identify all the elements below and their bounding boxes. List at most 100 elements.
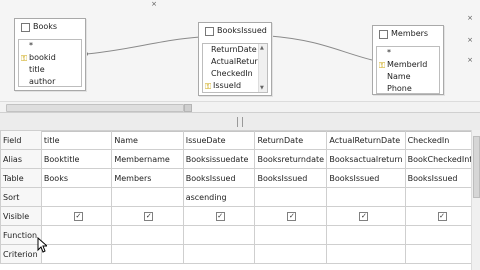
grid-cell[interactable]: CheckedIn — [404, 130, 480, 150]
grid-cell[interactable] — [404, 225, 480, 245]
pane-splitter[interactable] — [0, 112, 480, 132]
table-window-members[interactable]: Members * ⚿ MemberId Name Phone — [372, 25, 444, 95]
grid-cell[interactable]: ascending — [182, 187, 256, 207]
grid-cell[interactable]: Books — [40, 168, 113, 188]
table-window-booksissued[interactable]: BooksIssued ReturnDate ActualRetur Check… — [198, 22, 272, 96]
grid-cell[interactable]: ✓ — [182, 206, 256, 226]
grid-cell[interactable]: IssueDate — [182, 130, 256, 150]
row-label-sort: Sort — [0, 187, 42, 207]
grid-cell[interactable]: BooksIssued — [182, 168, 256, 188]
grid-cell[interactable]: BookCheckedInfo — [404, 149, 480, 169]
field-list-scrollbar[interactable]: ▲ ▼ — [258, 44, 267, 92]
field-list[interactable]: * ⚿ bookid title author — [18, 39, 82, 87]
checkbox-icon — [21, 22, 30, 32]
grid-cell[interactable] — [254, 225, 328, 245]
grid-cell[interactable] — [326, 244, 406, 264]
grid-cell[interactable]: title — [40, 130, 113, 150]
grid-cell[interactable] — [182, 244, 256, 264]
grid-row: Visible ✓ ✓ ✓ ✓ ✓ ✓ — [0, 206, 480, 226]
scrollbar-grip[interactable] — [184, 104, 192, 112]
grid-row: Alias Booktitle Membername Booksissuedate Bo… — [0, 149, 480, 169]
grid-cell[interactable] — [404, 187, 480, 207]
grid-cell[interactable]: Booktitle — [40, 149, 113, 169]
scrollbar-thumb[interactable] — [473, 136, 480, 198]
grid-cell[interactable] — [326, 187, 406, 207]
scrollbar-thumb[interactable] — [6, 104, 184, 112]
grid-cell[interactable] — [404, 244, 480, 264]
scroll-up-icon[interactable]: ▲ — [260, 45, 264, 51]
field-item[interactable]: * — [377, 47, 439, 59]
grid-cell[interactable]: BooksIssued — [254, 168, 328, 188]
table-window-title[interactable]: Members — [373, 26, 443, 42]
vertical-scrollbar[interactable] — [471, 130, 480, 270]
grid-cell[interactable] — [40, 187, 113, 207]
visible-checkbox[interactable]: ✓ — [144, 212, 154, 221]
table-window-books[interactable]: Books * ⚿ bookid title author — [14, 18, 86, 91]
field-item[interactable]: Name — [377, 71, 439, 83]
close-icon[interactable]: × — [466, 56, 474, 64]
design-grid-table: Field title Name IssueDate ReturnDate ActualR… — [0, 130, 480, 264]
table-window-title[interactable]: BooksIssued — [199, 23, 271, 39]
field-list[interactable]: * ⚿ MemberId Name Phone — [376, 46, 440, 94]
grid-cell[interactable] — [111, 244, 184, 264]
row-label-field: Field — [0, 130, 42, 150]
grid-cell[interactable]: ✓ — [111, 206, 184, 226]
grid-cell[interactable] — [254, 187, 328, 207]
field-item[interactable]: ⚿ MemberId — [377, 59, 439, 71]
field-item[interactable]: * — [19, 40, 81, 52]
close-icon[interactable]: × — [466, 36, 474, 44]
checkbox-icon — [379, 29, 388, 39]
grid-cell[interactable]: ✓ — [40, 206, 113, 226]
grid-cell[interactable] — [40, 244, 113, 264]
splitter-grip-icon — [237, 117, 243, 127]
row-label-table: Table — [0, 168, 42, 188]
grid-cell[interactable] — [182, 225, 256, 245]
grid-cell[interactable]: ✓ — [254, 206, 328, 226]
visible-checkbox[interactable]: ✓ — [215, 212, 225, 221]
grid-cell[interactable]: Membername — [111, 149, 184, 169]
grid-row: Function — [0, 225, 480, 245]
field-list[interactable]: ReturnDate ActualRetur CheckedIn ⚿ IssueI… — [202, 43, 268, 93]
grid-cell[interactable]: ✓ — [326, 206, 406, 226]
grid-cell[interactable]: Booksactualreturn — [326, 149, 406, 169]
grid-cell[interactable]: ✓ — [404, 206, 480, 226]
close-icon[interactable]: × — [150, 0, 158, 8]
grid-cell[interactable] — [254, 244, 328, 264]
grid-row: Criterion — [0, 244, 480, 264]
grid-row: Field title Name IssueDate ReturnDate ActualR… — [0, 130, 480, 150]
grid-cell[interactable]: ActualReturnDate — [326, 130, 406, 150]
row-label-alias: Alias — [0, 149, 42, 169]
grid-row: Table Books Members BooksIssued BooksIssued B… — [0, 168, 480, 188]
close-icon[interactable]: × — [466, 14, 474, 22]
table-window-title[interactable]: Books — [15, 19, 85, 35]
field-item[interactable]: Phone — [377, 83, 439, 93]
query-design-tables-pane: Books * ⚿ bookid title author BooksIssued… — [0, 0, 480, 112]
row-label-visible: Visible — [0, 206, 42, 226]
grid-row: Sort ascending — [0, 187, 480, 207]
visible-checkbox[interactable]: ✓ — [437, 212, 447, 221]
grid-cell[interactable] — [111, 187, 184, 207]
grid-cell[interactable]: Booksissuedate — [182, 149, 256, 169]
horizontal-scrollbar[interactable] — [0, 101, 480, 112]
field-item[interactable]: author — [19, 76, 81, 86]
grid-cell[interactable]: BooksIssued — [326, 168, 406, 188]
visible-checkbox[interactable]: ✓ — [359, 212, 369, 221]
mouse-cursor-icon — [37, 237, 47, 253]
visible-checkbox[interactable]: ✓ — [73, 212, 83, 221]
field-item[interactable]: title — [19, 64, 81, 76]
key-icon: ⚿ — [205, 82, 212, 91]
row-label-function: Function — [0, 225, 42, 245]
checkbox-icon — [205, 26, 214, 36]
grid-cell[interactable] — [40, 225, 113, 245]
query-design-grid[interactable]: Field title Name IssueDate ReturnDate ActualR… — [0, 130, 480, 270]
field-item[interactable]: ⚿ bookid — [19, 52, 81, 64]
grid-cell[interactable]: Name — [111, 130, 184, 150]
visible-checkbox[interactable]: ✓ — [287, 212, 297, 221]
grid-cell[interactable]: Booksreturndate — [254, 149, 328, 169]
grid-cell[interactable] — [326, 225, 406, 245]
grid-cell[interactable]: Members — [111, 168, 184, 188]
scroll-down-icon[interactable]: ▼ — [260, 85, 264, 91]
grid-cell[interactable] — [111, 225, 184, 245]
grid-cell[interactable]: BooksIssued — [404, 168, 480, 188]
grid-cell[interactable]: ReturnDate — [254, 130, 328, 150]
